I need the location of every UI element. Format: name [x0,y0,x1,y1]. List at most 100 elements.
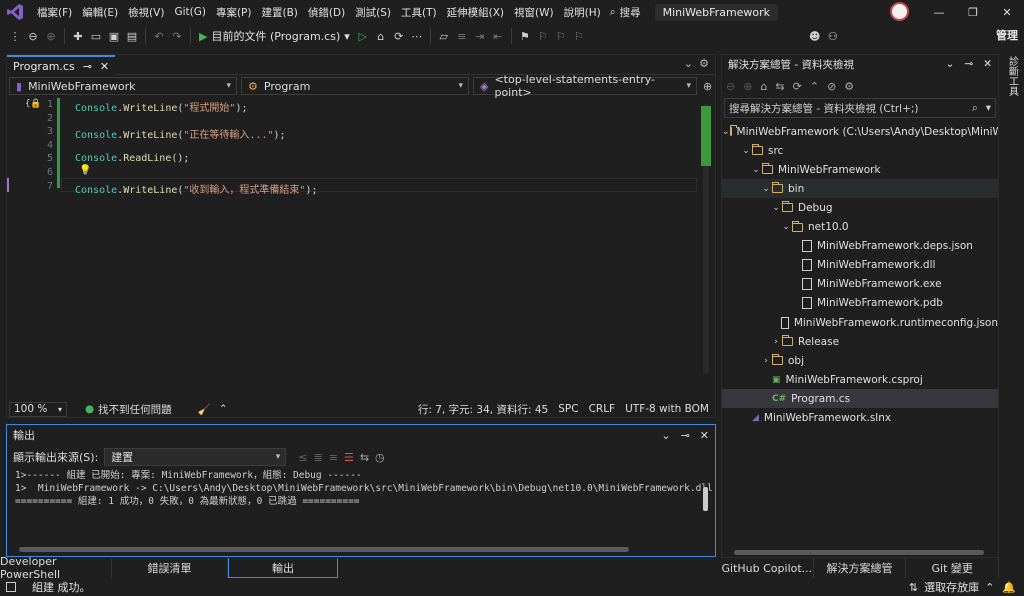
pin-icon[interactable]: ⊸ [964,58,973,70]
project-dropdown[interactable]: ▮ MiniWebFramework ▾ [9,77,237,95]
select-repository[interactable]: 選取存放庫 [924,579,979,595]
home-icon[interactable]: ⌂ [760,80,767,93]
find-icon[interactable]: ≡ [329,451,338,464]
tree-item[interactable]: ⌄ MiniWebFramework (C:\Users\Andy\Desktop… [722,122,998,141]
minimize-icon[interactable]: — [922,6,956,19]
member-dropdown[interactable]: ◈ <top-level-statements-entry-point> ▾ [473,73,697,99]
right-tab[interactable]: GitHub Copilot... [721,558,814,578]
align-icon[interactable]: ≡ [453,26,471,46]
right-tab[interactable]: 解決方案總管 [814,558,907,578]
broom-icon[interactable]: 🧹 [198,403,211,416]
tree-item[interactable]: MiniWebFramework.dll [722,256,998,275]
close-tab-icon[interactable]: ✕ [100,60,109,73]
menu-item[interactable]: 延伸模組(X) [442,5,509,20]
chevron-right-icon[interactable]: › [760,356,772,366]
tree-item[interactable]: › Release [722,332,998,351]
tree-item[interactable]: MiniWebFramework.pdb [722,294,998,313]
comment-icon[interactable]: ▱ [435,26,453,46]
collapse-all-icon[interactable]: ⌃ [810,80,819,93]
chevron-down-icon[interactable]: ▾ [986,102,991,114]
tree-item[interactable]: MiniWebFramework.deps.json [722,237,998,256]
forward-icon[interactable]: ⊕ [743,80,752,93]
menu-item[interactable]: 說明(H) [559,5,606,20]
pin-icon[interactable]: ⊸ [83,60,92,73]
solution-search-input[interactable]: 搜尋解決方案總管 - 資料夾檢視 (Ctrl+;) ⌕ ▾ [724,98,996,118]
chevron-down-icon[interactable]: ⌄ [750,165,762,175]
outdent-icon[interactable]: ⇤ [489,26,507,46]
lightbulb-icon[interactable]: 💡 [79,165,91,176]
zoom-dropdown[interactable]: 100 % ▾ [9,401,67,417]
notifications-icon[interactable]: 🔔 [1002,581,1016,594]
class-dropdown[interactable]: ⚙ Program ▾ [241,77,469,95]
search-button[interactable]: ⌕ 搜尋 [610,5,641,20]
undo-icon[interactable]: ↶ [150,26,168,46]
browse-icon[interactable]: ⌂ [372,26,390,46]
tree-item[interactable]: ⌄ src [722,141,998,160]
pin-icon[interactable]: ⊸ [681,429,690,442]
indent-icon[interactable]: ⇥ [471,26,489,46]
tree-item[interactable]: ⌄ Debug [722,198,998,217]
chevron-down-icon[interactable]: ⌄ [770,203,782,213]
tree-item[interactable]: › obj [722,351,998,370]
panel-menu-icon[interactable]: ⌄ [661,429,670,442]
issues-status[interactable]: 找不到任何問題 [98,402,172,417]
tree-item[interactable]: MiniWebFramework.runtimeconfig.json [722,313,998,332]
output-text[interactable]: 1>------ 組建 已開始: 專案: MiniWebFramework，組態… [15,469,713,508]
run-current-document-button[interactable]: ▶ 目前的文件 (Program.cs) ▾ [195,28,354,44]
menu-item[interactable]: 檔案(F) [32,5,77,20]
bottom-tab[interactable]: 輸出 [228,558,338,578]
clear-all-icon[interactable]: ☰ [344,451,354,464]
bookmark-prev-icon[interactable]: ⚐ [534,26,552,46]
split-icon[interactable]: ⊕ [703,80,712,93]
goto-prev-icon[interactable]: ≤ [298,451,307,464]
chevron-up-icon[interactable]: ⌃ [219,403,228,415]
bottom-tab[interactable]: 錯誤清單 [112,558,228,578]
avatar[interactable] [890,2,909,21]
output-window-icon[interactable] [6,582,16,592]
open-file-icon[interactable]: ▭ [87,26,105,46]
line-ending[interactable]: CRLF [589,403,616,415]
chevron-down-icon[interactable]: ⌄ [722,127,730,137]
tab-list-icon[interactable]: ⌄ [684,57,693,70]
file-encoding[interactable]: UTF-8 with BOM [625,403,709,415]
restore-icon[interactable]: ❐ [956,6,990,19]
live-share-icon[interactable]: ⚇ [824,26,842,46]
tree-item[interactable]: C# Program.cs [722,389,998,409]
output-horizontal-scrollbar[interactable] [19,547,629,552]
tree-item[interactable]: ⌄ MiniWebFramework [722,160,998,179]
close-icon[interactable]: ✕ [983,58,992,70]
back-icon[interactable]: ⊖ [726,80,735,93]
panel-menu-icon[interactable]: ⌄ [946,58,955,70]
bookmark-clear-icon[interactable]: ⚐ [570,26,588,46]
tree-item[interactable]: MiniWebFramework.exe [722,275,998,294]
chevron-up-icon[interactable]: ⌃ [985,581,994,594]
new-project-icon[interactable]: ✚ [69,26,87,46]
diagnostic-tools-tab[interactable]: 診斷工具 [1005,56,1020,96]
menu-item[interactable]: Git(G) [169,6,211,18]
menu-item[interactable]: 偵錯(D) [303,5,350,20]
refresh-icon[interactable]: ⟳ [793,80,802,93]
tree-item[interactable]: ◢ MiniWebFramework.slnx [722,409,998,428]
bookmark-next-icon[interactable]: ⚐ [552,26,570,46]
tree-item[interactable]: ⌄ net10.0 [722,218,998,237]
menu-item[interactable]: 檢視(V) [123,5,169,20]
tree-item[interactable]: ▣ MiniWebFramework.csproj [722,370,998,389]
save-all-icon[interactable]: ▤ [123,26,141,46]
close-icon[interactable]: ✕ [990,6,1024,19]
bookmark-icon[interactable]: ⚑ [516,26,534,46]
output-source-dropdown[interactable]: 建置 ▾ [104,448,287,466]
code-area[interactable]: {🔒 💡 1 Console.WriteLine("程式開始"); 2 3 Consol… [7,98,715,400]
settings-icon[interactable]: ⚙ [699,57,709,70]
timestamp-icon[interactable]: ◷ [375,451,385,464]
menu-item[interactable]: 專案(P) [211,5,257,20]
chevron-down-icon[interactable]: ⌄ [780,222,792,232]
right-tab[interactable]: Git 變更 [906,558,1000,578]
menu-item[interactable]: 建置(B) [256,5,302,20]
chevron-down-icon[interactable]: ⌄ [740,146,752,156]
more-icon[interactable]: ⋯ [408,26,426,46]
whitespace-mode[interactable]: SPC [558,403,578,415]
goto-next-icon[interactable]: ≣ [314,451,323,464]
forward-icon[interactable]: ⊕ [42,26,60,46]
tab-program-cs[interactable]: Program.cs ⊸ ✕ [7,55,116,75]
source-control-icon[interactable]: ⇅ [909,581,918,594]
